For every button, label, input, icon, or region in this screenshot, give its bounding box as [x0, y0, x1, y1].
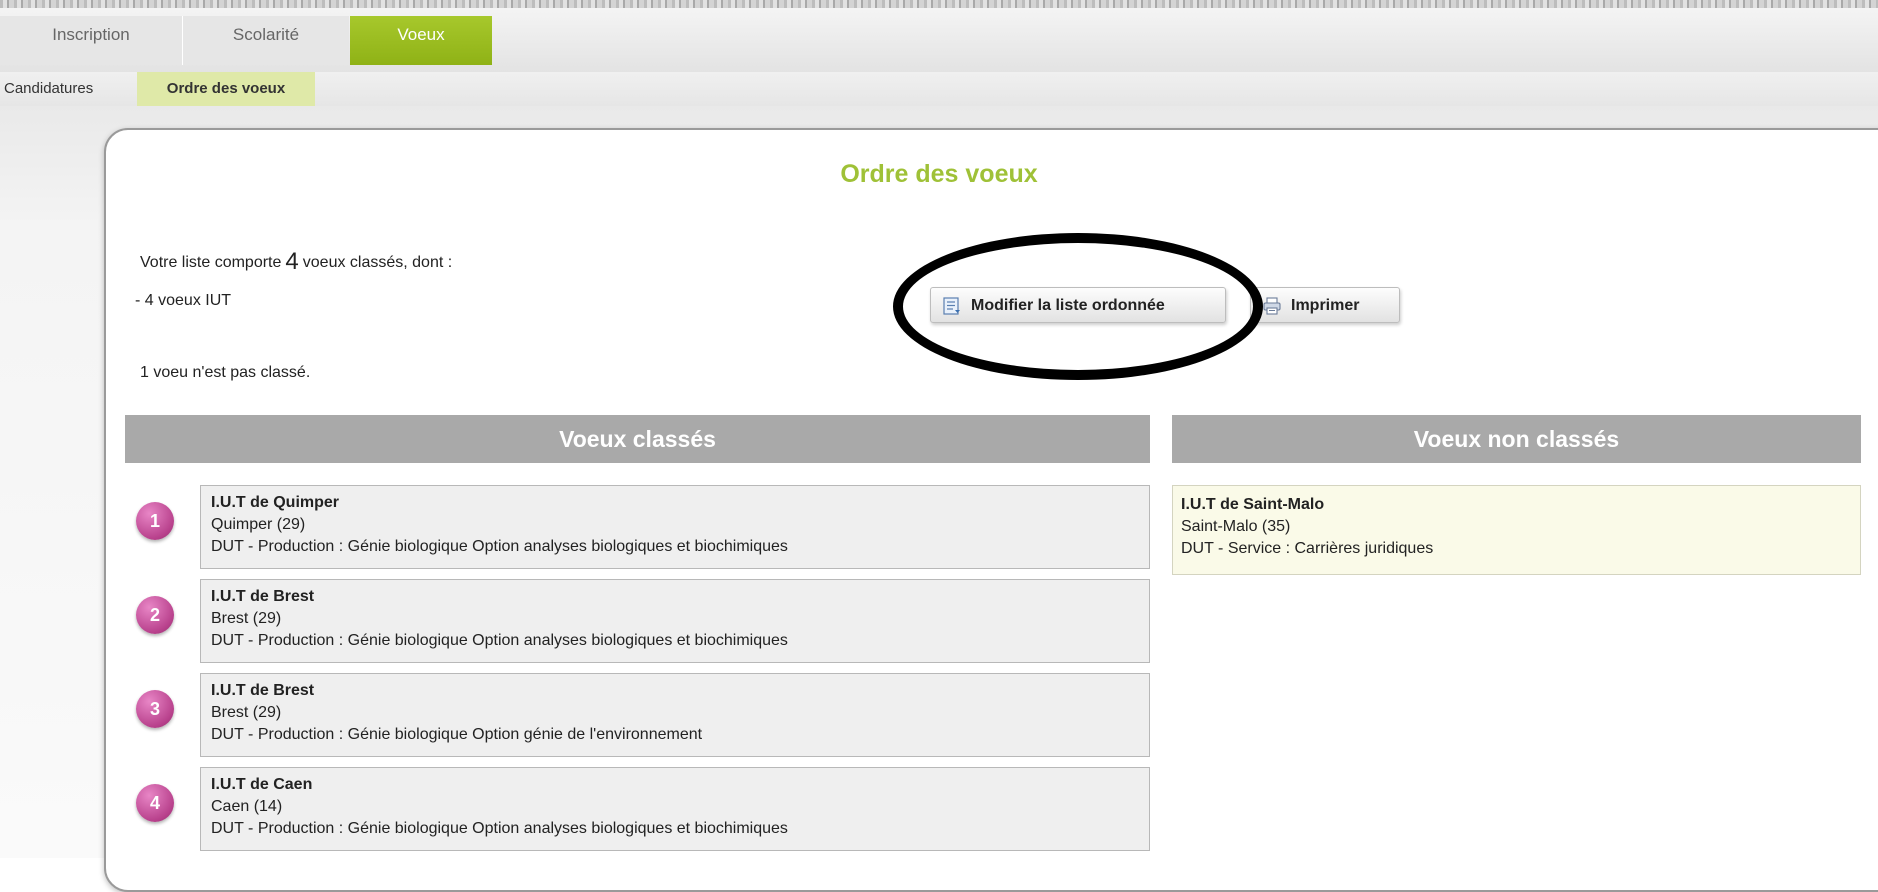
- item-name: I.U.T de Caen: [211, 776, 313, 793]
- ranked-column-header: Voeux classés: [125, 415, 1150, 463]
- tab-voeux[interactable]: Voeux: [350, 16, 492, 65]
- item-city: Saint-Malo (35): [1181, 518, 1291, 535]
- printer-icon: [1263, 297, 1281, 315]
- unranked-item[interactable]: I.U.T de Saint-Malo Saint-Malo (35) DUT …: [1172, 485, 1861, 575]
- item-program: DUT - Service : Carrières juridiques: [1181, 540, 1434, 557]
- item-name: I.U.T de Saint-Malo: [1181, 496, 1325, 513]
- unranked-note: 1 voeu n'est pas classé.: [140, 364, 311, 381]
- print-button-label: Imprimer: [1291, 297, 1360, 314]
- subtab-candidatures[interactable]: Candidatures: [4, 72, 132, 106]
- item-city: Caen (14): [211, 798, 283, 815]
- ranked-item[interactable]: I.U.T de Quimper Quimper (29) DUT - Prod…: [200, 485, 1150, 569]
- unranked-column-header: Voeux non classés: [1172, 415, 1861, 463]
- rank-badge: 1: [136, 502, 174, 540]
- print-button[interactable]: Imprimer: [1250, 287, 1400, 323]
- top-decorative-strip: [0, 0, 1878, 8]
- modify-button-label: Modifier la liste ordonnée: [971, 297, 1165, 314]
- subtab-ordre-des-voeux[interactable]: Ordre des voeux: [137, 72, 315, 106]
- sub-nav: Candidatures Ordre des voeux: [0, 72, 1878, 106]
- summary-count: 4: [285, 248, 299, 275]
- item-program: DUT - Production : Génie biologique Opti…: [211, 820, 788, 837]
- item-name: I.U.T de Quimper: [211, 494, 340, 511]
- tab-scolarite[interactable]: Scolarité: [183, 16, 349, 65]
- rank-badge: 2: [136, 596, 174, 634]
- item-city: Brest (29): [211, 610, 282, 627]
- ranked-item[interactable]: I.U.T de Brest Brest (29) DUT - Producti…: [200, 673, 1150, 757]
- main-nav: Inscription Scolarité Voeux: [0, 8, 1878, 72]
- list-edit-icon: [943, 297, 960, 315]
- item-name: I.U.T de Brest: [211, 682, 315, 699]
- page-title: Ordre des voeux: [840, 160, 1038, 188]
- item-city: Quimper (29): [211, 516, 306, 533]
- modify-ordered-list-button[interactable]: Modifier la liste ordonnée: [930, 287, 1226, 323]
- ranked-item[interactable]: I.U.T de Caen Caen (14) DUT - Production…: [200, 767, 1150, 851]
- tab-inscription[interactable]: Inscription: [0, 16, 183, 65]
- item-program: DUT - Production : Génie biologique Opti…: [211, 538, 788, 555]
- item-city: Brest (29): [211, 704, 282, 721]
- summary-prefix: Votre liste comporte: [140, 254, 282, 271]
- item-program: DUT - Production : Génie biologique Opti…: [211, 726, 703, 743]
- rank-badge: 3: [136, 690, 174, 728]
- iut-count-line: - 4 voeux IUT: [135, 292, 232, 309]
- ranked-item[interactable]: I.U.T de Brest Brest (29) DUT - Producti…: [200, 579, 1150, 663]
- item-name: I.U.T de Brest: [211, 588, 315, 605]
- rank-badge: 4: [136, 784, 174, 822]
- summary-line: Votre liste comporte 4 voeux classés, dont…: [140, 248, 452, 276]
- item-program: DUT - Production : Génie biologique Opti…: [211, 632, 788, 649]
- summary-suffix: voeux classés, dont :: [302, 254, 453, 271]
